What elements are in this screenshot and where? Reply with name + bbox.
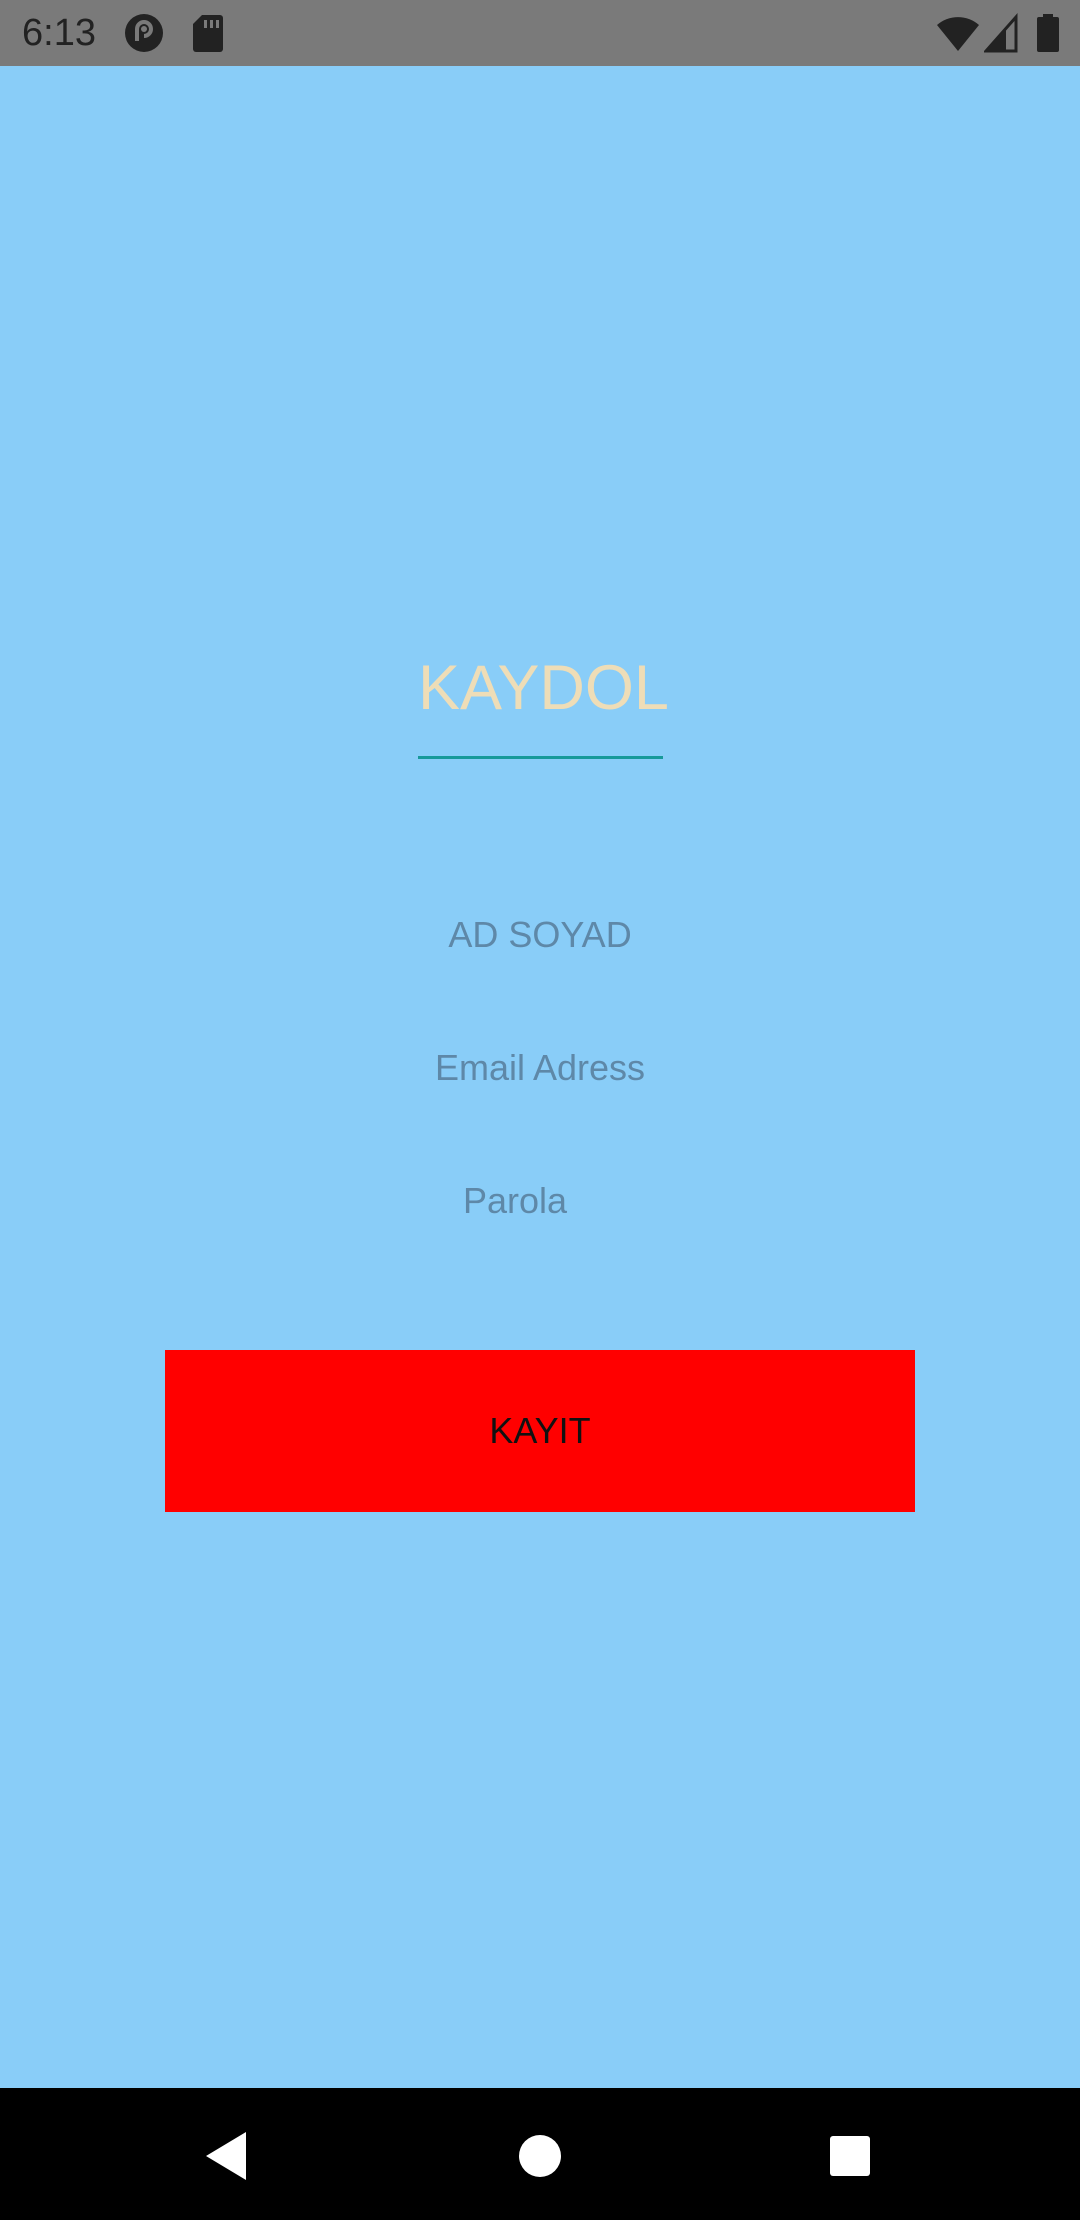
home-icon[interactable] (510, 2126, 570, 2186)
page-title: KAYDOL (418, 653, 669, 723)
back-icon[interactable] (196, 2126, 256, 2186)
name-field[interactable]: AD SOYAD (390, 913, 690, 957)
wifi-icon (936, 13, 980, 53)
signal-icon (982, 13, 1018, 53)
email-field[interactable]: Email Adress (390, 1046, 690, 1090)
register-button[interactable]: KAYIT (165, 1350, 915, 1512)
status-time: 6:13 (22, 12, 96, 54)
password-field[interactable]: Parola (415, 1179, 615, 1223)
battery-icon (1036, 13, 1060, 53)
navigation-bar (0, 2088, 1080, 2220)
signup-screen: 6:13 KAYDOL AD SOYAD Email Adress Parola… (0, 0, 1080, 2220)
status-bar: 6:13 (0, 0, 1080, 66)
pocket-casts-icon (124, 13, 164, 53)
sd-card-icon (192, 13, 232, 53)
title-underline (418, 756, 663, 759)
recents-icon[interactable] (820, 2126, 880, 2186)
